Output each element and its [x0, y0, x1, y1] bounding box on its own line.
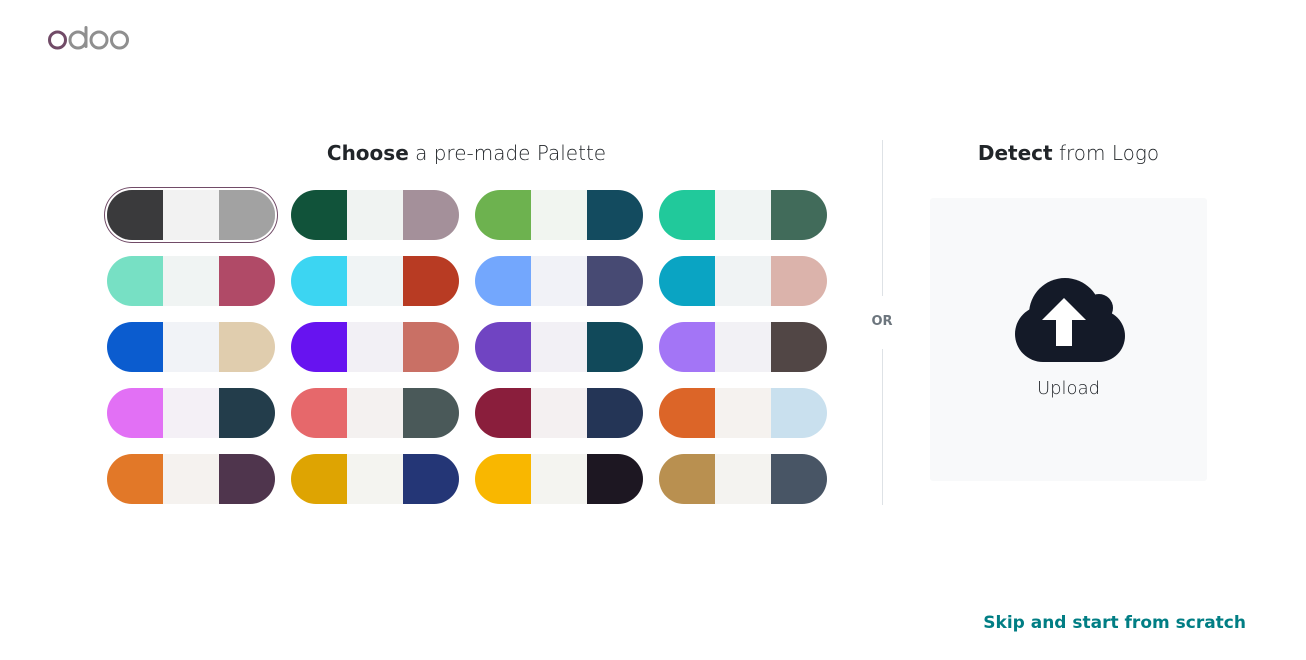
- palette-option[interactable]: [107, 322, 275, 372]
- palette-color-swatch: [715, 454, 771, 504]
- palette-color-swatch: [771, 454, 827, 504]
- palette-grid: [107, 190, 827, 506]
- palette-option[interactable]: [291, 388, 459, 438]
- palette-color-swatch: [291, 322, 347, 372]
- palette-color-swatch: [403, 454, 459, 504]
- divider-line: [882, 349, 883, 505]
- or-label: OR: [871, 314, 893, 329]
- palette-option[interactable]: [291, 256, 459, 306]
- palette-color-swatch: [163, 190, 219, 240]
- palette-color-swatch: [219, 322, 275, 372]
- palette-section-title: Choose a pre-made Palette: [326, 141, 607, 165]
- skip-link[interactable]: Skip and start from scratch: [983, 612, 1246, 634]
- palette-color-swatch: [219, 454, 275, 504]
- cloud-upload-icon: [1009, 276, 1129, 366]
- palette-color-swatch: [347, 322, 403, 372]
- palette-color-swatch: [587, 322, 643, 372]
- palette-color-swatch: [107, 388, 163, 438]
- palette-color-swatch: [475, 454, 531, 504]
- theme-palette-page: Choose a pre-made Palette OR Detect from…: [0, 0, 1306, 660]
- palette-color-swatch: [587, 388, 643, 438]
- palette-color-swatch: [771, 322, 827, 372]
- palette-color-swatch: [291, 256, 347, 306]
- palette-color-swatch: [347, 190, 403, 240]
- palette-color-swatch: [291, 388, 347, 438]
- palette-option[interactable]: [659, 256, 827, 306]
- palette-color-swatch: [715, 256, 771, 306]
- palette-color-swatch: [219, 256, 275, 306]
- palette-color-swatch: [659, 190, 715, 240]
- palette-color-swatch: [347, 256, 403, 306]
- palette-option[interactable]: [659, 388, 827, 438]
- palette-color-swatch: [659, 454, 715, 504]
- palette-color-swatch: [715, 190, 771, 240]
- logo-section-title: Detect from Logo: [977, 141, 1160, 165]
- divider-line: [882, 140, 883, 296]
- palette-color-swatch: [475, 388, 531, 438]
- palette-color-swatch: [531, 388, 587, 438]
- palette-color-swatch: [587, 454, 643, 504]
- palette-color-swatch: [715, 388, 771, 438]
- upload-label: Upload: [1036, 378, 1101, 399]
- palette-option[interactable]: [291, 322, 459, 372]
- upload-logo-button[interactable]: Upload: [930, 198, 1207, 481]
- palette-color-swatch: [403, 256, 459, 306]
- palette-color-swatch: [531, 190, 587, 240]
- palette-color-swatch: [291, 190, 347, 240]
- palette-color-swatch: [531, 454, 587, 504]
- palette-option[interactable]: [291, 190, 459, 240]
- palette-color-swatch: [403, 190, 459, 240]
- palette-option[interactable]: [475, 454, 643, 504]
- palette-color-swatch: [475, 256, 531, 306]
- palette-color-swatch: [659, 322, 715, 372]
- palette-option[interactable]: [107, 256, 275, 306]
- palette-option[interactable]: [475, 322, 643, 372]
- palette-color-swatch: [163, 322, 219, 372]
- palette-color-swatch: [347, 454, 403, 504]
- palette-color-swatch: [163, 256, 219, 306]
- palette-color-swatch: [771, 256, 827, 306]
- palette-color-swatch: [771, 190, 827, 240]
- palette-color-swatch: [531, 322, 587, 372]
- palette-option[interactable]: [659, 322, 827, 372]
- palette-color-swatch: [163, 454, 219, 504]
- palette-color-swatch: [107, 454, 163, 504]
- palette-color-swatch: [771, 388, 827, 438]
- palette-color-swatch: [659, 388, 715, 438]
- palette-color-swatch: [475, 190, 531, 240]
- palette-color-swatch: [219, 388, 275, 438]
- palette-color-swatch: [291, 454, 347, 504]
- palette-color-swatch: [403, 388, 459, 438]
- palette-option[interactable]: [659, 190, 827, 240]
- palette-color-swatch: [219, 190, 275, 240]
- palette-color-swatch: [403, 322, 459, 372]
- palette-option[interactable]: [659, 454, 827, 504]
- palette-color-swatch: [107, 322, 163, 372]
- palette-option[interactable]: [107, 190, 275, 240]
- palette-color-swatch: [531, 256, 587, 306]
- palette-option[interactable]: [107, 454, 275, 504]
- palette-color-swatch: [475, 322, 531, 372]
- palette-color-swatch: [659, 256, 715, 306]
- palette-color-swatch: [107, 256, 163, 306]
- palette-color-swatch: [107, 190, 163, 240]
- palette-option[interactable]: [107, 388, 275, 438]
- palette-option[interactable]: [475, 388, 643, 438]
- palette-color-swatch: [587, 190, 643, 240]
- odoo-logo: [47, 24, 131, 54]
- palette-color-swatch: [715, 322, 771, 372]
- palette-color-swatch: [163, 388, 219, 438]
- palette-color-swatch: [347, 388, 403, 438]
- palette-option[interactable]: [475, 256, 643, 306]
- palette-color-swatch: [587, 256, 643, 306]
- palette-option[interactable]: [291, 454, 459, 504]
- palette-option[interactable]: [475, 190, 643, 240]
